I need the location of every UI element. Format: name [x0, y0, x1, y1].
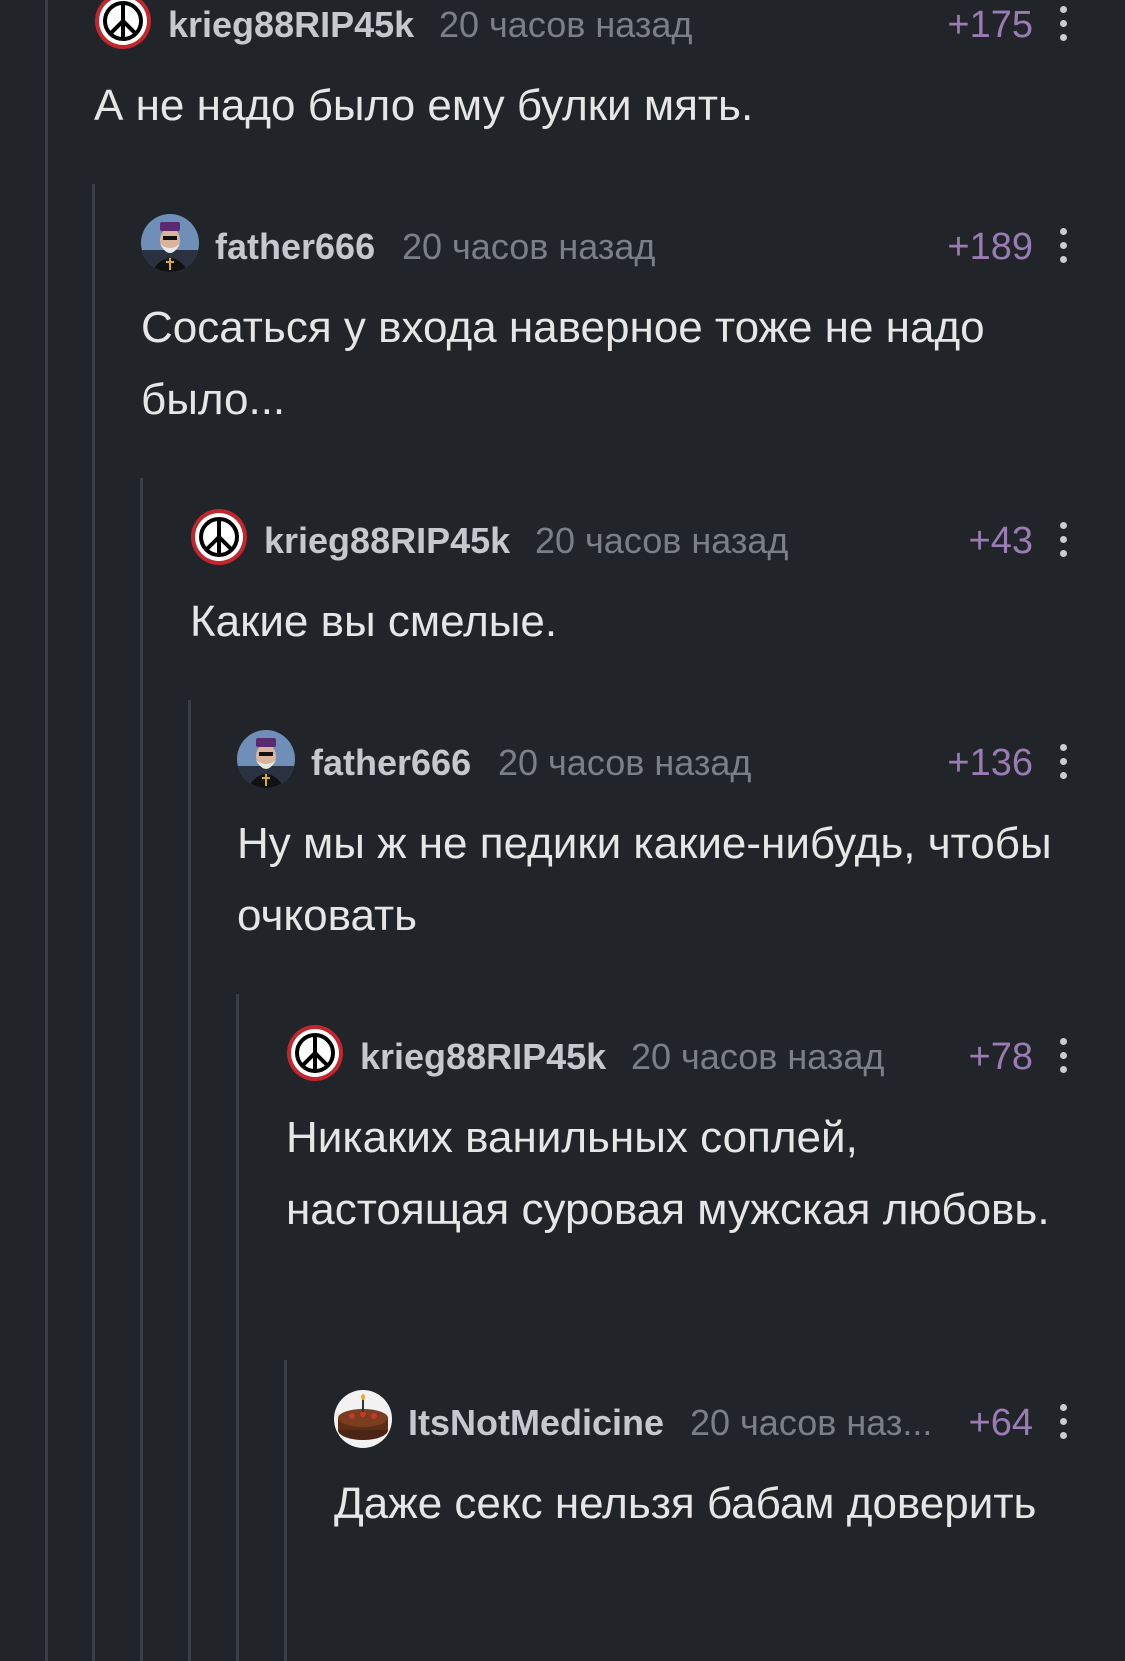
cake-avatar[interactable] [334, 1390, 392, 1448]
thread-line [45, 0, 48, 1661]
comment-rating: +136 [947, 742, 1033, 784]
priest-avatar[interactable] [237, 730, 295, 788]
comment: krieg88RIP45k 20 часов назад +43 Какие в… [190, 508, 1125, 658]
comment-text: А не надо было ему булки мять. [94, 81, 754, 130]
peace-sign-avatar[interactable] [190, 508, 248, 566]
comment: father666 20 часов назад +136 Ну мы ж не… [237, 730, 1125, 952]
more-options-icon[interactable] [1055, 1032, 1071, 1078]
comment-text: Даже секс нельзя бабам доверить [334, 1479, 1037, 1528]
comment-text: Ну мы ж не педики какие-нибудь, чтобы оч… [237, 819, 1052, 940]
username[interactable]: krieg88RIP45k [264, 520, 510, 562]
more-options-icon[interactable] [1055, 222, 1071, 268]
comment-time: 20 часов назад [535, 520, 789, 561]
comment-header: krieg88RIP45k 20 часов назад +175 [94, 0, 1125, 52]
comment: krieg88RIP45k 20 часов назад +175 А не н… [94, 0, 1125, 142]
comment-time: 20 часов назад [402, 226, 656, 267]
peace-sign-avatar[interactable] [94, 0, 152, 50]
comment-text: Сосаться у входа наверное тоже не надо б… [141, 303, 985, 424]
more-options-icon[interactable] [1055, 0, 1071, 46]
username[interactable]: ItsNotMedicine [408, 1402, 664, 1444]
comment: krieg88RIP45k 20 часов назад +78 Никаких… [286, 1024, 1125, 1246]
comment-text: Никаких ванильных соплей, настоящая суро… [286, 1113, 1050, 1234]
thread-line [92, 184, 95, 1661]
thread-line [188, 700, 191, 1661]
more-options-icon[interactable] [1055, 1398, 1071, 1444]
comment: ItsNotMedicine 20 часов наз... +64 Даже … [334, 1390, 1125, 1540]
comment-time: 20 часов назад [631, 1036, 885, 1077]
peace-sign-avatar[interactable] [286, 1024, 344, 1082]
comment-rating: +78 [968, 1036, 1033, 1078]
comment-rating: +64 [968, 1402, 1033, 1444]
thread-line [284, 1360, 287, 1661]
comment-header: father666 20 часов назад +189 [141, 214, 1125, 274]
comment: father666 20 часов назад +189 Сосаться у… [141, 214, 1125, 436]
comment-rating: +175 [947, 4, 1033, 46]
thread-line [236, 994, 239, 1661]
comment-time: 20 часов наз... [690, 1402, 933, 1443]
comment-rating: +43 [968, 520, 1033, 562]
comment-time: 20 часов назад [498, 742, 752, 783]
comment-rating: +189 [947, 226, 1033, 268]
username[interactable]: father666 [311, 742, 471, 784]
username[interactable]: krieg88RIP45k [168, 4, 414, 46]
comment-header: krieg88RIP45k 20 часов назад +78 [286, 1024, 1125, 1084]
comment-text: Какие вы смелые. [190, 597, 558, 646]
comment-header: father666 20 часов назад +136 [237, 730, 1125, 790]
more-options-icon[interactable] [1055, 516, 1071, 562]
comment-header: ItsNotMedicine 20 часов наз... +64 [334, 1390, 1125, 1450]
username[interactable]: father666 [215, 226, 375, 268]
username[interactable]: krieg88RIP45k [360, 1036, 606, 1078]
comment-time: 20 часов назад [439, 4, 693, 45]
priest-avatar[interactable] [141, 214, 199, 272]
more-options-icon[interactable] [1055, 738, 1071, 784]
comment-header: krieg88RIP45k 20 часов назад +43 [190, 508, 1125, 568]
thread-line [140, 478, 143, 1661]
